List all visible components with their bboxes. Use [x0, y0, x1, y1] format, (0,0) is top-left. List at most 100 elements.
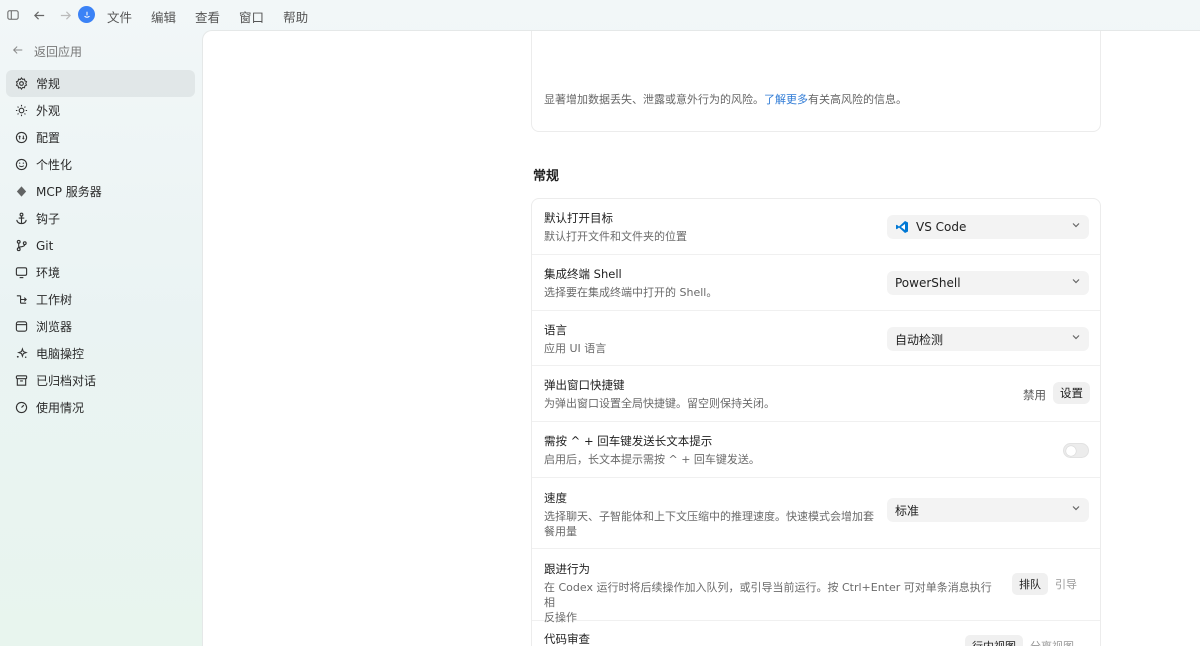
sidebar-item-usage[interactable]: 使用情况	[6, 394, 195, 421]
anchor-icon	[14, 212, 28, 226]
default-open-value: VS Code	[916, 220, 967, 234]
setting-desc-line: 餐用量	[544, 525, 577, 538]
sidebar-item-personalize[interactable]: 个性化	[6, 151, 195, 178]
archive-icon	[14, 374, 28, 388]
sidebar-item-label: 常规	[36, 77, 61, 91]
forward-arrow-icon[interactable]	[58, 8, 72, 22]
chevron-down-icon	[1072, 223, 1080, 228]
monitor-icon	[14, 266, 28, 280]
browser-icon	[14, 320, 28, 334]
menu-edit[interactable]: 编辑	[151, 7, 176, 26]
setting-row-popup-shortcut: 弹出窗口快捷键 为弹出窗口设置全局快捷键。留空则保持关闭。 禁用 设置	[532, 366, 1100, 422]
sidebar-item-mcp[interactable]: MCP 服务器	[6, 178, 195, 205]
sidebar-item-label: 使用情况	[36, 401, 85, 415]
sidebar-item-label: 浏览器	[36, 320, 73, 334]
menu-bar: 文件 编辑 查看 窗口 帮助	[107, 7, 327, 26]
inline-view-option[interactable]: 行内视图	[965, 635, 1023, 646]
back-arrow-icon[interactable]	[32, 8, 46, 22]
setting-label: 速度	[544, 491, 567, 505]
sidebar: 返回应用 常规 外观 配置 个性化 MCP 服务器 钩子 Git 环境 工作树 …	[0, 30, 202, 646]
setting-label: 跟进行为	[544, 562, 590, 576]
chevron-down-icon	[1072, 279, 1080, 284]
setting-desc-line: 选择聊天、子智能体和上下文压缩中的推理速度。快速模式会增加套	[544, 510, 874, 523]
speed-select[interactable]: 标准	[887, 498, 1089, 522]
sidebar-item-label: 环境	[36, 266, 61, 280]
worktree-icon	[14, 293, 28, 307]
chevron-down-icon	[1072, 335, 1080, 340]
sidebar-item-label: 配置	[36, 131, 61, 145]
shell-select[interactable]: PowerShell	[887, 271, 1089, 295]
setting-row-language: 语言 应用 UI 语言 自动检测	[532, 311, 1100, 366]
back-to-app-link[interactable]: 返回应用	[12, 43, 82, 60]
setting-desc: 在 Codex 运行时将后续操作加入队列，或引导当前运行。按 Ctrl+Ente…	[544, 580, 994, 625]
menu-file[interactable]: 文件	[107, 7, 132, 26]
sidebar-item-label: 钩子	[36, 212, 61, 226]
app-logo-icon	[78, 6, 95, 23]
sidebar-item-general[interactable]: 常规	[6, 70, 195, 97]
sparkle-icon	[14, 347, 28, 361]
warning-text: 显著增加数据丢失、泄露或意外行为的风险。了解更多有关高风险的信息。	[544, 91, 907, 107]
sidebar-item-environment[interactable]: 环境	[6, 259, 195, 286]
warning-text-before: 显著增加数据丢失、泄露或意外行为的风险。	[544, 93, 764, 106]
setting-row-code-review: 代码审查 行内视图 分离视图	[532, 621, 1100, 646]
settings-nav: 常规 外观 配置 个性化 MCP 服务器 钩子 Git 环境 工作树 浏览器 电…	[6, 70, 195, 421]
sidebar-item-label: 电脑操控	[36, 347, 85, 361]
sidebar-item-label: 工作树	[36, 293, 73, 307]
warning-card: 显著增加数据丢失、泄露或意外行为的风险。了解更多有关高风险的信息。	[531, 31, 1101, 132]
queue-option[interactable]: 排队	[1012, 573, 1048, 595]
gauge-icon	[14, 401, 28, 415]
menu-help[interactable]: 帮助	[283, 7, 308, 26]
sliders-icon	[14, 131, 28, 145]
setting-row-default-open: 默认打开目标 默认打开文件和文件夹的位置 VS Code	[532, 199, 1100, 255]
git-branch-icon	[14, 239, 28, 253]
long-prompt-toggle[interactable]	[1063, 443, 1089, 458]
sidebar-item-computer-control[interactable]: 电脑操控	[6, 340, 195, 367]
sun-icon	[14, 104, 28, 118]
setting-label: 默认打开目标	[544, 211, 613, 225]
sidebar-item-config[interactable]: 配置	[6, 124, 195, 151]
title-bar: 文件 编辑 查看 窗口 帮助	[0, 0, 1200, 30]
settings-main-panel: 显著增加数据丢失、泄露或意外行为的风险。了解更多有关高风险的信息。 常规 默认打…	[202, 30, 1200, 646]
split-view-option[interactable]: 分离视图	[1023, 635, 1081, 646]
speed-value: 标准	[895, 503, 920, 518]
sidebar-item-worktree[interactable]: 工作树	[6, 286, 195, 313]
setting-label: 弹出窗口快捷键	[544, 378, 625, 392]
gear-icon	[14, 77, 28, 91]
set-shortcut-button[interactable]: 设置	[1053, 382, 1090, 404]
setting-row-follow-up: 跟进行为 在 Codex 运行时将后续操作加入队列，或引导当前运行。按 Ctrl…	[532, 549, 1100, 624]
menu-window[interactable]: 窗口	[239, 7, 264, 26]
sidebar-item-label: 个性化	[36, 158, 73, 172]
menu-view[interactable]: 查看	[195, 7, 220, 26]
default-open-select[interactable]: VS Code	[887, 215, 1089, 239]
sidebar-toggle-icon[interactable]	[6, 8, 20, 22]
setting-desc: 启用后，长文本提示需按 ^ + 回车键发送。	[544, 453, 760, 466]
general-settings-card: 默认打开目标 默认打开文件和文件夹的位置 VS Code 集成终端 Shell …	[531, 198, 1101, 646]
sidebar-item-browser[interactable]: 浏览器	[6, 313, 195, 340]
setting-row-long-prompt: 需按 ^ + 回车键发送长文本提示 启用后，长文本提示需按 ^ + 回车键发送。	[532, 422, 1100, 478]
follow-up-segmented: 排队 引导	[1012, 573, 1084, 595]
section-title: 常规	[533, 169, 560, 184]
back-to-app-label: 返回应用	[34, 45, 83, 59]
learn-more-link[interactable]: 了解更多	[764, 93, 808, 106]
sidebar-item-label: MCP 服务器	[36, 185, 102, 199]
shell-value: PowerShell	[895, 276, 961, 290]
mcp-icon	[14, 185, 28, 199]
chevron-down-icon	[1072, 506, 1080, 511]
setting-desc: 为弹出窗口设置全局快捷键。留空则保持关闭。	[544, 397, 775, 410]
setting-label: 语言	[544, 323, 567, 337]
vscode-icon	[896, 221, 908, 233]
language-select[interactable]: 自动检测	[887, 327, 1089, 351]
sidebar-item-hooks[interactable]: 钩子	[6, 205, 195, 232]
setting-desc: 选择要在集成终端中打开的 Shell。	[544, 286, 718, 299]
steer-option[interactable]: 引导	[1048, 573, 1084, 595]
code-review-segmented: 行内视图 分离视图	[965, 635, 1081, 646]
sidebar-item-git[interactable]: Git	[6, 232, 195, 259]
sidebar-item-label: 已归档对话	[36, 374, 97, 388]
setting-row-speed: 速度 选择聊天、子智能体和上下文压缩中的推理速度。快速模式会增加套 餐用量 标准	[532, 478, 1100, 549]
disable-shortcut-button[interactable]: 禁用	[1023, 387, 1046, 403]
setting-label: 代码审查	[544, 632, 590, 646]
sidebar-item-label: 外观	[36, 104, 61, 118]
setting-row-shell: 集成终端 Shell 选择要在集成终端中打开的 Shell。 PowerShel…	[532, 255, 1100, 311]
sidebar-item-appearance[interactable]: 外观	[6, 97, 195, 124]
sidebar-item-archived[interactable]: 已归档对话	[6, 367, 195, 394]
